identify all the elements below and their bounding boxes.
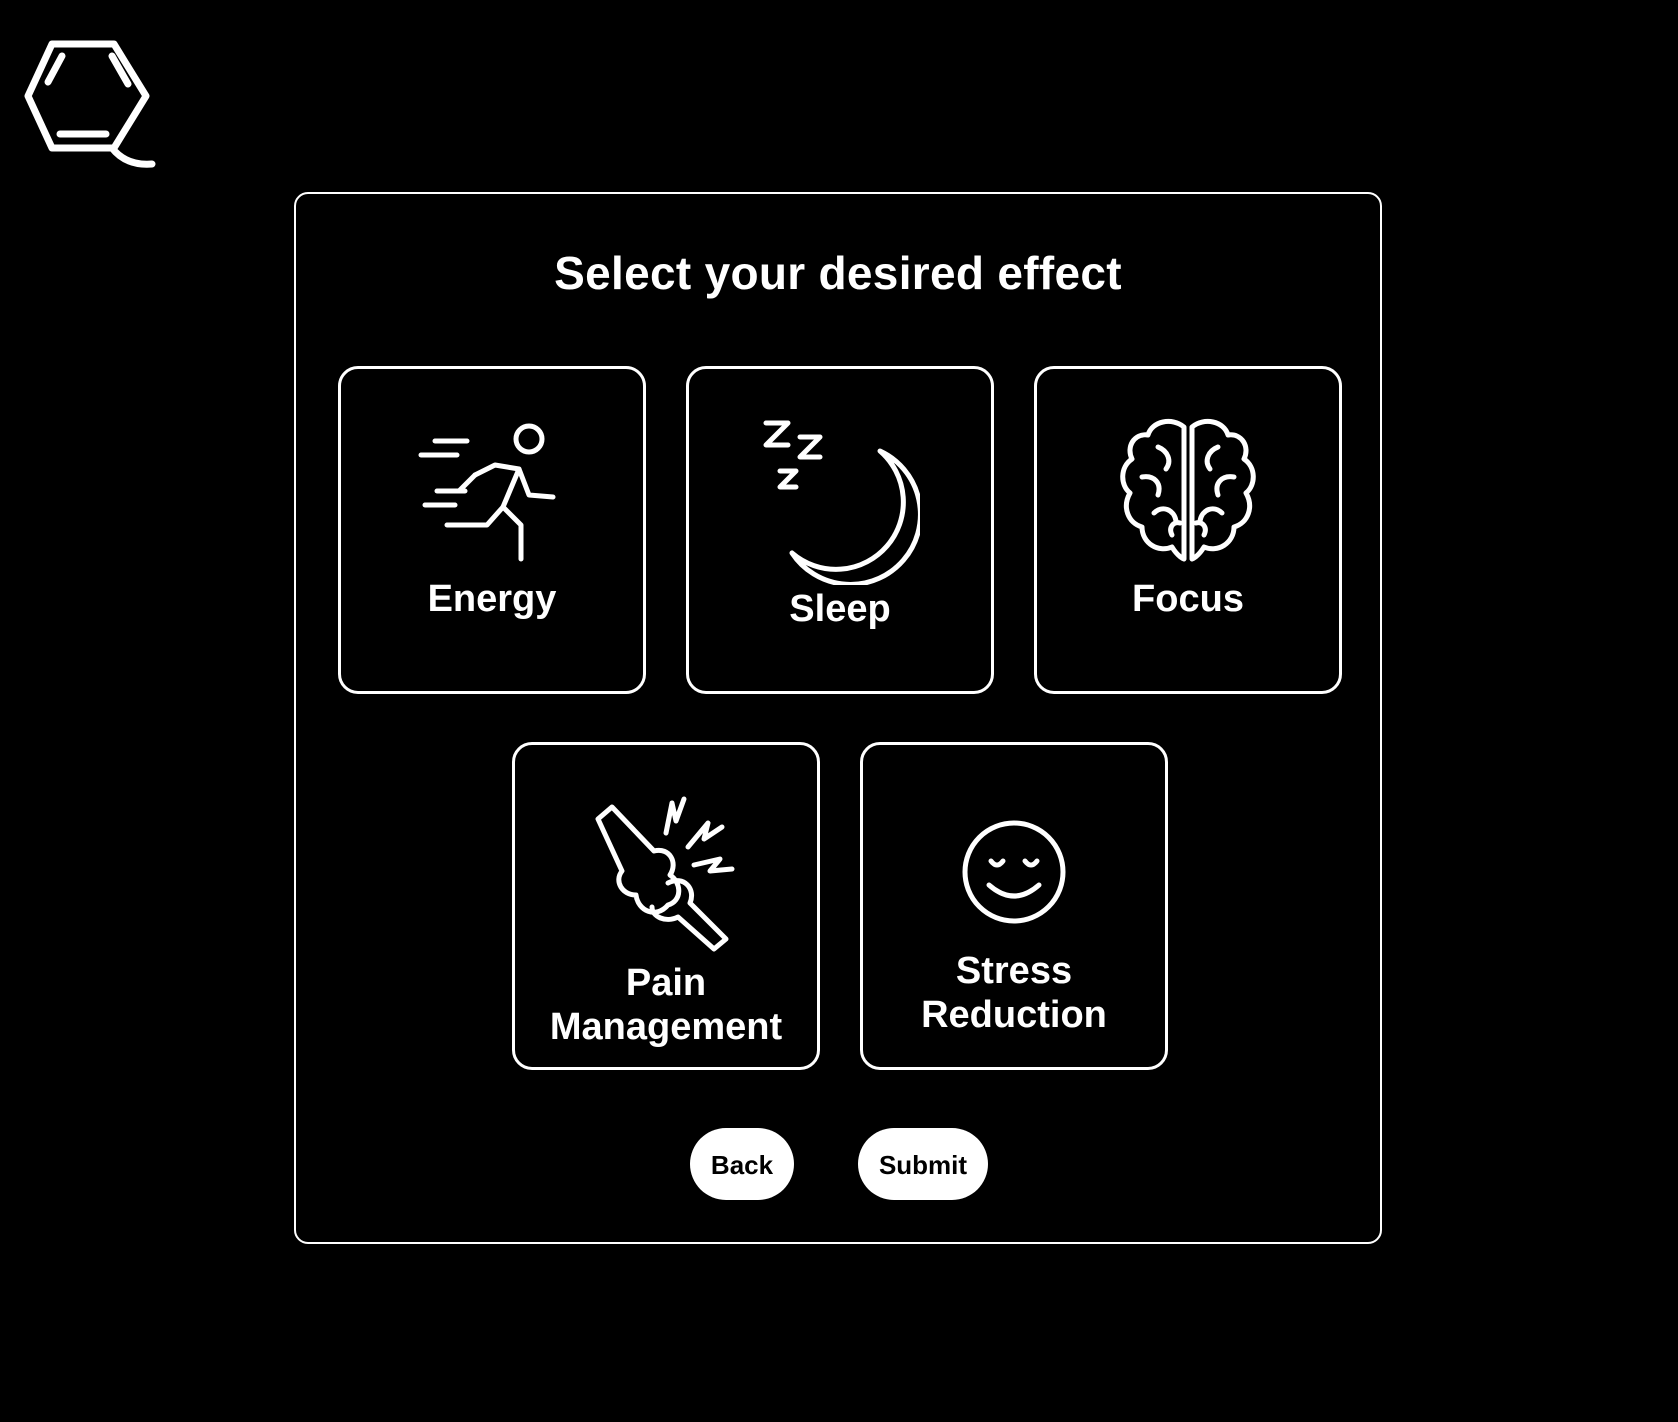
effect-selection-panel: Select your desired effect Energy Sleep … <box>294 192 1382 1244</box>
back-button[interactable]: Back <box>690 1128 794 1200</box>
effect-label-stress-reduction: Stress Reduction <box>921 950 1107 1036</box>
submit-button[interactable]: Submit <box>858 1128 988 1200</box>
smiley-face-icon <box>962 820 1066 924</box>
effect-label-focus: Focus <box>1132 578 1244 620</box>
brain-icon <box>1120 418 1256 562</box>
effect-label-pain-management: Pain Management <box>549 962 783 1048</box>
effect-label-energy: Energy <box>427 578 557 620</box>
hexagon-q-logo-icon[interactable] <box>22 38 162 170</box>
effect-label-sleep: Sleep <box>789 588 891 630</box>
running-person-icon <box>418 423 556 562</box>
joint-pain-icon <box>595 796 735 952</box>
effect-card-energy[interactable]: Energy <box>338 366 646 694</box>
page-title: Select your desired effect <box>554 247 1122 299</box>
effect-card-focus[interactable]: Focus <box>1034 366 1342 694</box>
moon-zzz-icon <box>763 420 920 585</box>
effect-card-stress-reduction[interactable]: Stress Reduction <box>860 742 1168 1070</box>
effect-card-pain-management[interactable]: Pain Management <box>512 742 820 1070</box>
effect-card-sleep[interactable]: Sleep <box>686 366 994 694</box>
